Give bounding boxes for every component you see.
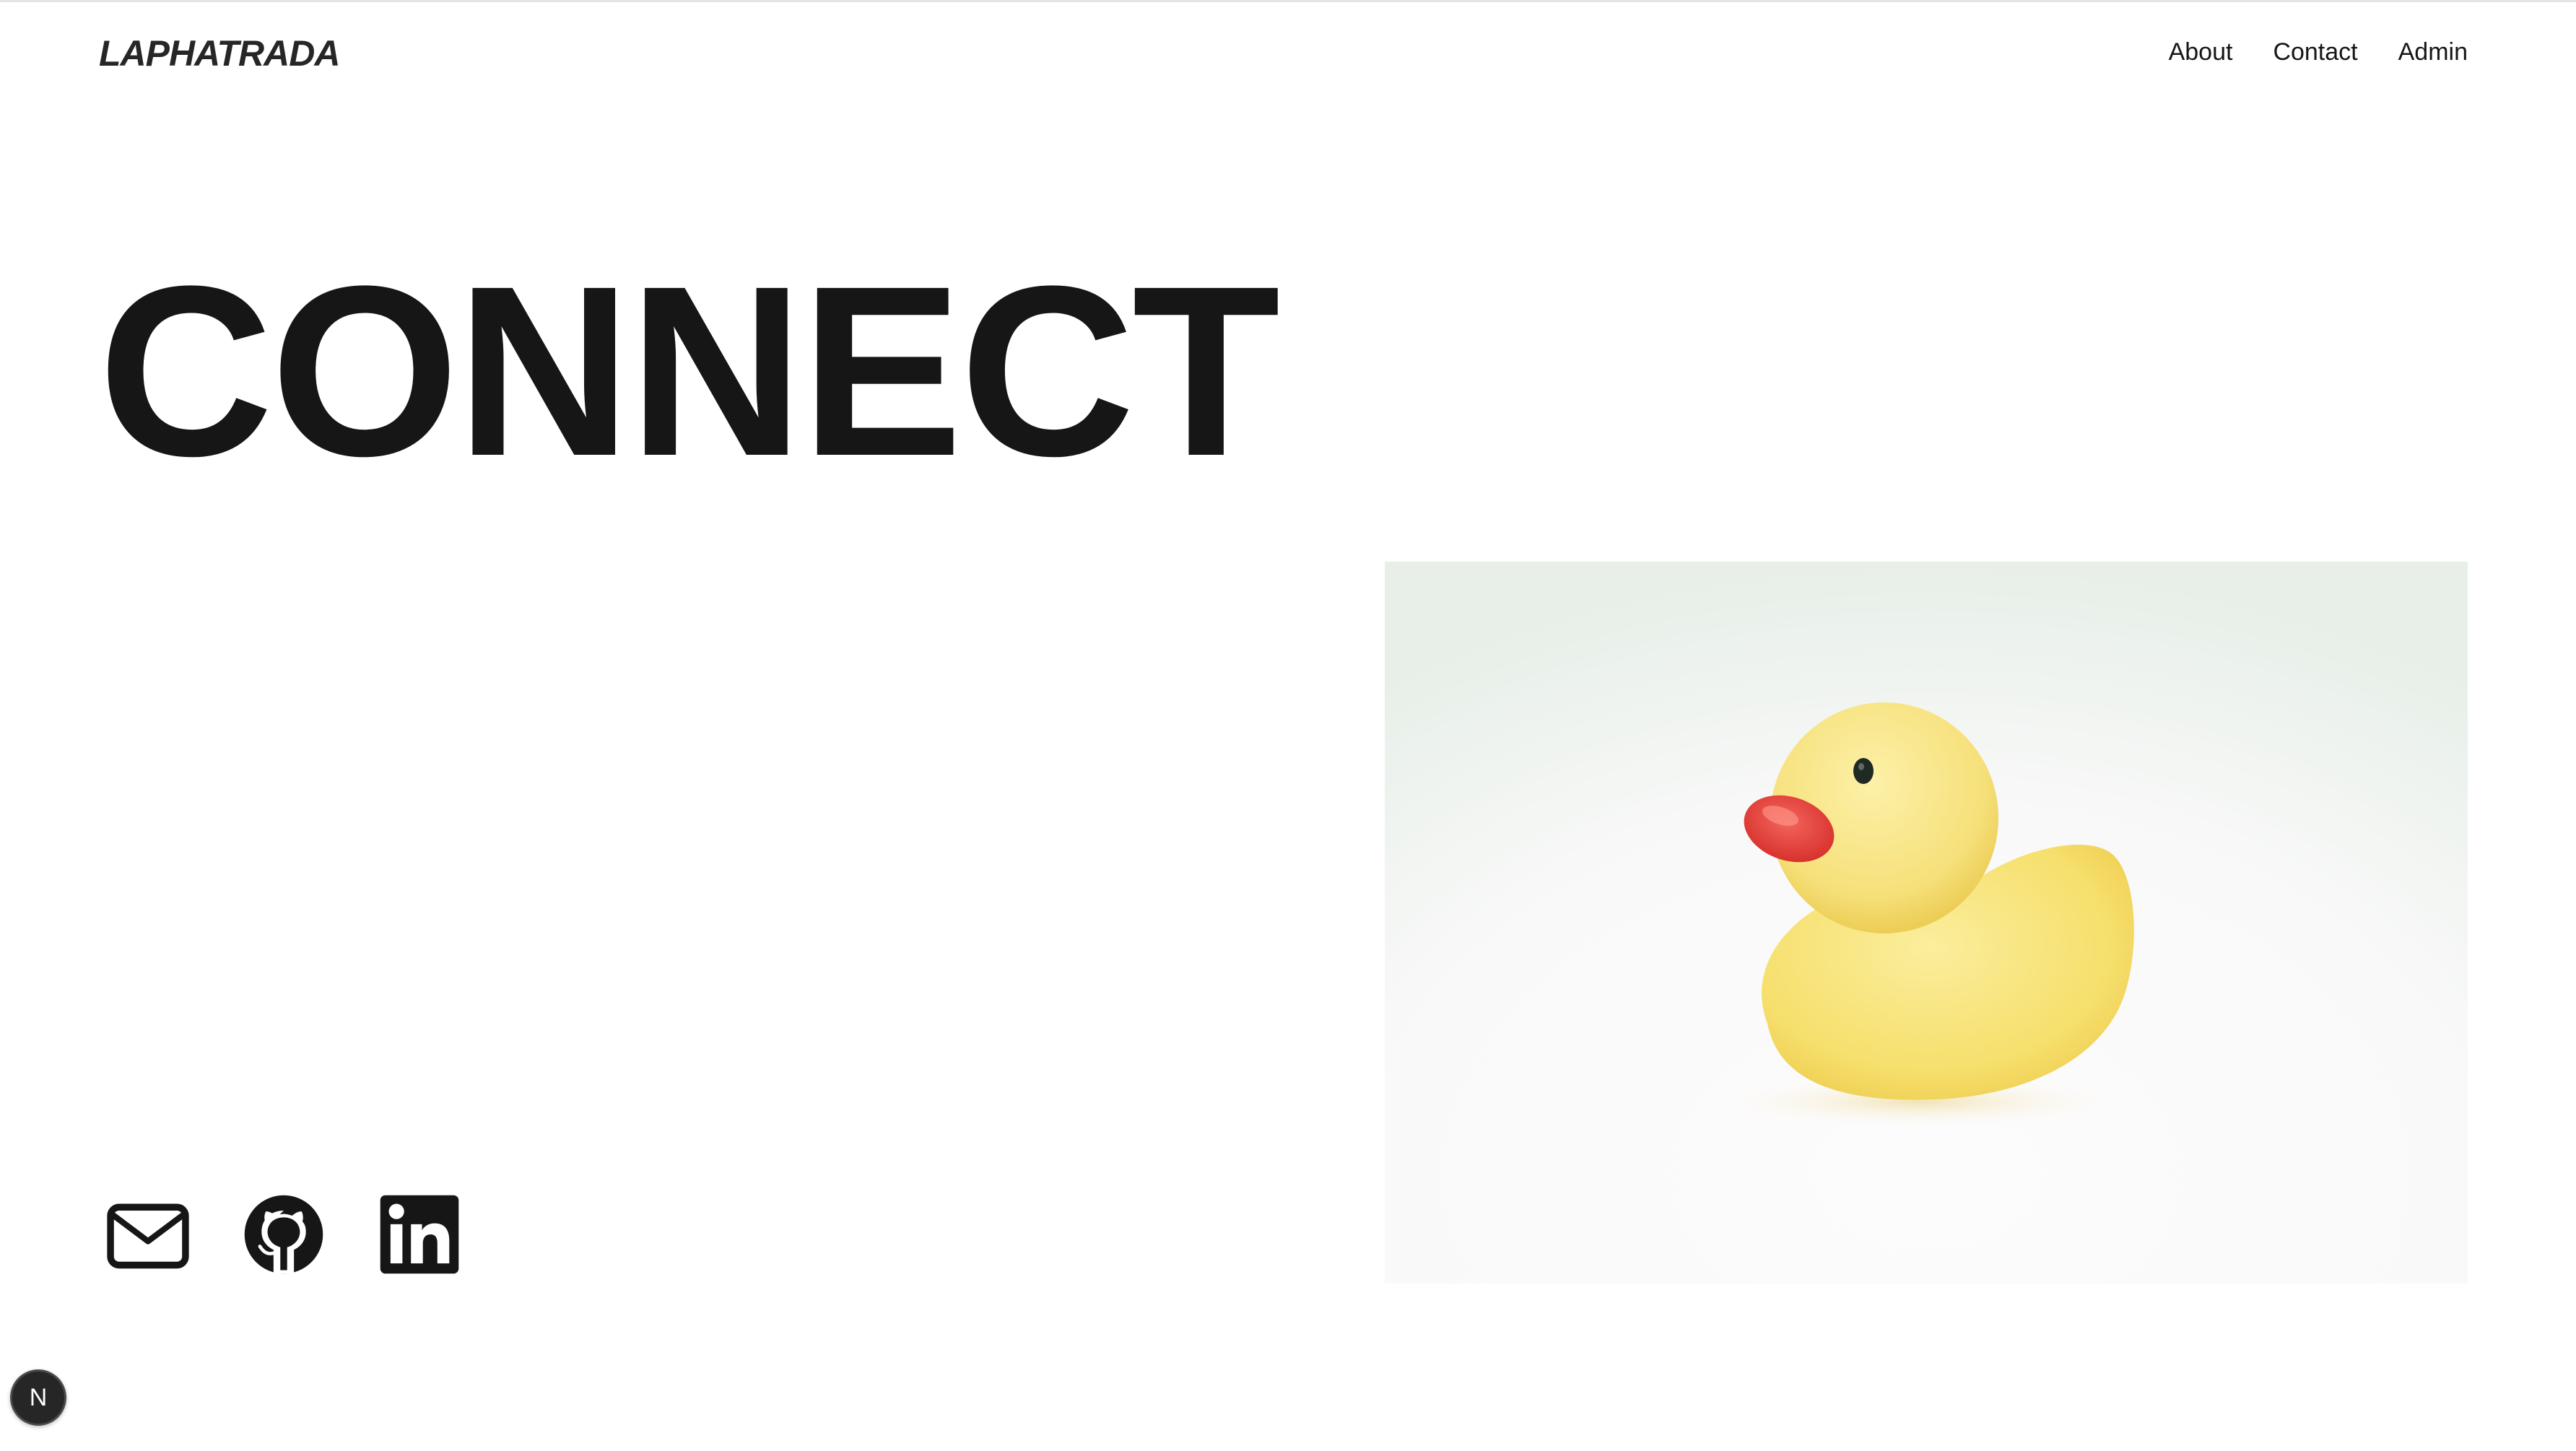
nextjs-icon: N <box>29 1383 48 1411</box>
nav-about[interactable]: About <box>2169 38 2233 66</box>
linkedin-icon <box>380 1195 459 1274</box>
github-icon <box>244 1195 323 1274</box>
mail-icon <box>107 1203 189 1269</box>
linkedin-link[interactable] <box>377 1192 462 1277</box>
nav-admin[interactable]: Admin <box>2398 38 2468 66</box>
rubber-duck-image <box>1385 562 2468 1284</box>
page-title: CONNECT <box>98 236 1280 507</box>
nextjs-dev-badge[interactable]: N <box>10 1369 66 1426</box>
github-link[interactable] <box>241 1192 326 1277</box>
email-link[interactable] <box>105 1192 191 1277</box>
main-nav: About Contact Admin <box>2169 38 2468 66</box>
page: LAPHATRADA About Contact Admin CONNECT N <box>0 0 2576 1451</box>
site-logo[interactable]: LAPHATRADA <box>99 32 340 74</box>
nav-contact[interactable]: Contact <box>2273 38 2357 66</box>
social-links <box>105 1192 462 1277</box>
